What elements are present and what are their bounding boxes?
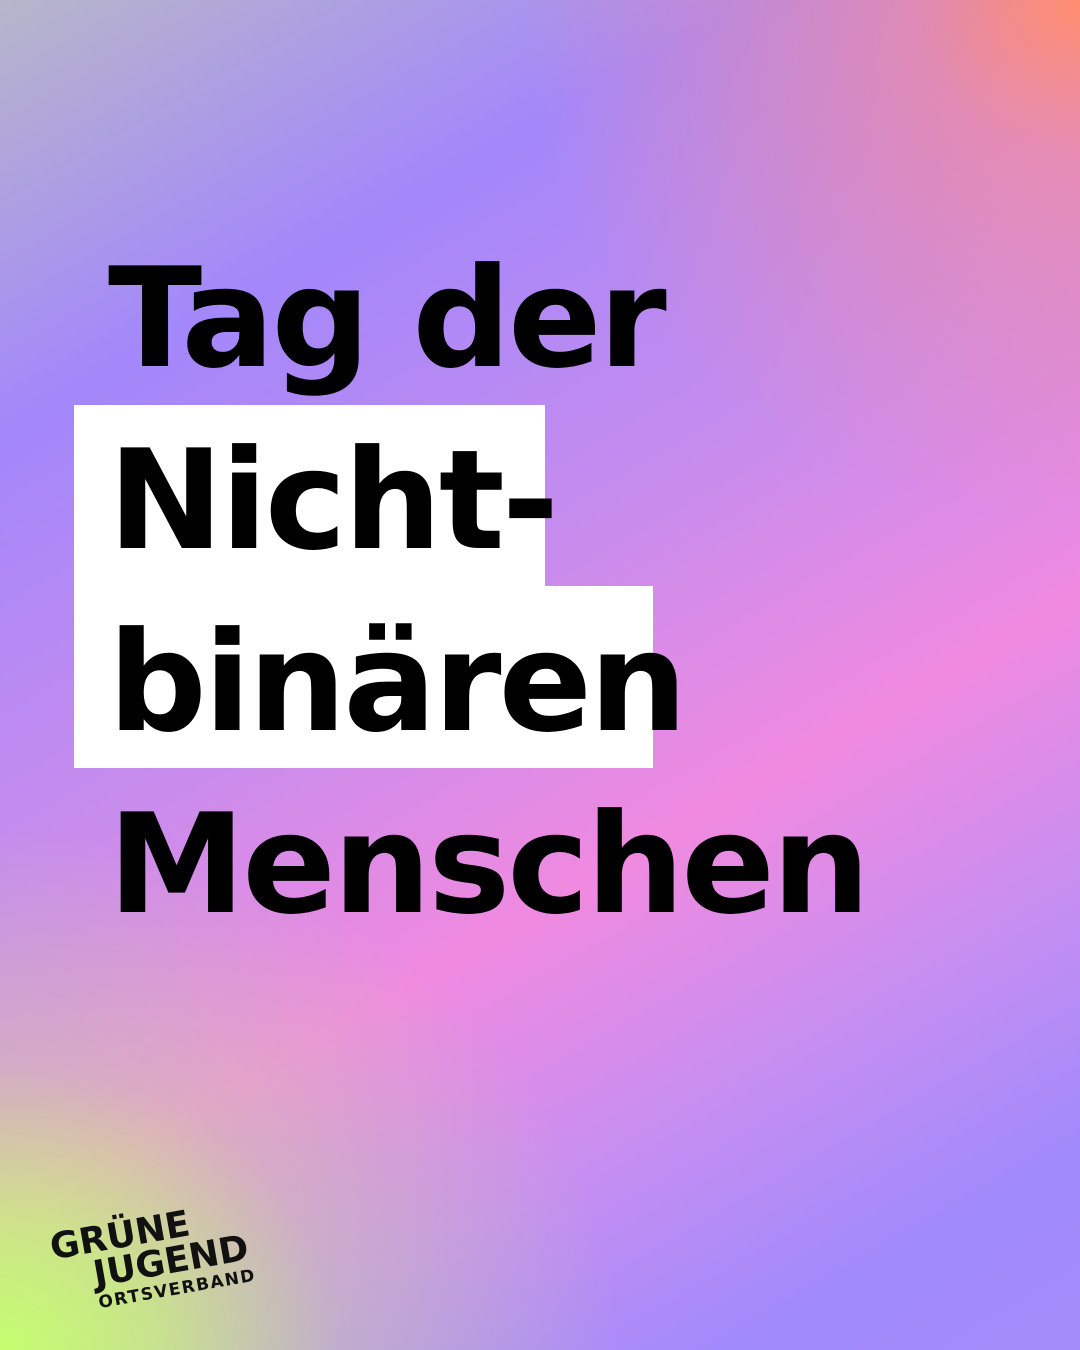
gradient-background: Tag der Nicht- binären Menschen GRÜNE JU… xyxy=(0,0,1080,1350)
headline-line-4: Menschen xyxy=(108,784,870,945)
headline-line-1: Tag der xyxy=(108,238,667,399)
headline-line-2: Nicht- xyxy=(108,420,559,581)
headline-line-3: binären xyxy=(108,602,687,763)
gruene-jugend-logo: GRÜNE JUGEND ORTSVERBAND xyxy=(40,1170,299,1340)
